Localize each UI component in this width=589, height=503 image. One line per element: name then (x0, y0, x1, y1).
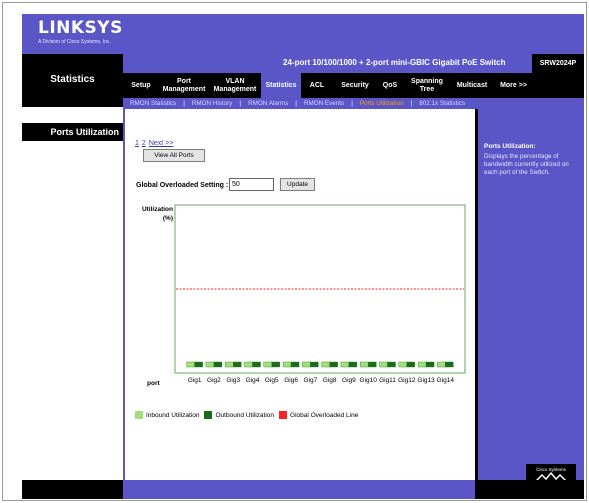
overload-swatch (279, 411, 288, 419)
bar-gig3-inbound (225, 361, 234, 368)
subnav-ports-utilization[interactable]: Ports Utilization (357, 100, 407, 107)
linksys-logo: LINKSYS (38, 18, 123, 38)
x-tick-gig7: Gig7 (303, 377, 317, 384)
x-tick-gig5: Gig5 (265, 377, 279, 384)
nav-acl[interactable]: ACL (301, 73, 333, 98)
main-nav: Setup Port Management VLAN Management Stati… (123, 73, 584, 98)
help-panel: Ports Utilization: Displays the percenta… (475, 109, 584, 486)
inbound-swatch (135, 411, 143, 419)
bar-gig12-inbound (398, 361, 407, 368)
logo-tagline: A Division of Cisco Systems, Inc. (38, 39, 111, 45)
x-tick-gig8: Gig8 (323, 377, 337, 384)
bar-gig4-inbound (244, 361, 253, 368)
bar-gig3-outbound (233, 361, 242, 368)
y-axis-label: Utilization (%) (141, 206, 173, 222)
bar-gig14-outbound (445, 361, 454, 368)
bar-gig6-inbound (282, 361, 292, 368)
bar-gig5-inbound (263, 361, 272, 368)
x-tick-gig12: Gig12 (398, 377, 416, 384)
sub-nav-separator: | (239, 100, 242, 107)
bar-gig9-outbound (348, 361, 358, 368)
footer-left (22, 480, 123, 499)
bar-gig5-outbound (271, 361, 280, 368)
bar-gig7-inbound (302, 361, 311, 368)
sub-nav-separator: | (410, 100, 413, 107)
bar-gig10-outbound (368, 361, 377, 368)
nav-port-management[interactable]: Port Management (159, 73, 209, 98)
bar-gig9-inbound (340, 361, 350, 368)
bar-gig2-outbound (213, 361, 223, 368)
model-number: SRW2024P (532, 54, 584, 73)
bar-gig14-inbound (437, 361, 446, 368)
product-bar: 24-port 10/100/1000 + 2-port mini-GBIC G… (123, 54, 584, 73)
nav-spanning-tree[interactable]: Spanning Tree (403, 73, 451, 98)
section-header: Statistics (22, 54, 123, 107)
cisco-logo-text: Cisco Systems (536, 467, 567, 472)
subnav-rmon-events[interactable]: RMON Events (301, 100, 347, 107)
x-tick-gig6: Gig6 (284, 377, 298, 384)
bar-gig1-inbound (186, 361, 195, 368)
bar-gig1-outbound (194, 361, 203, 368)
bar-gig6-outbound (290, 361, 300, 368)
bar-gig7-outbound (310, 361, 319, 368)
x-tick-gig14: Gig14 (437, 377, 455, 384)
legend-overload-label: Global Overloaded Line (290, 411, 359, 419)
nav-multicast[interactable]: Multicast (451, 73, 493, 98)
sub-nav: RMON Statistics | RMON History | RMON Alarms… (123, 98, 584, 109)
subnav-rmon-statistics[interactable]: RMON Statistics (127, 100, 179, 107)
bar-gig13-outbound (425, 361, 435, 368)
x-tick-gig2: Gig2 (207, 377, 221, 384)
section-title: Statistics (50, 74, 95, 85)
x-tick-gig9: Gig9 (342, 377, 356, 384)
bar-gig4-outbound (252, 361, 261, 368)
footer-right (475, 480, 584, 499)
bar-gig12-outbound (406, 361, 415, 368)
sub-nav-separator: | (183, 100, 185, 107)
footer-bar (22, 480, 584, 499)
nav-vlan-management[interactable]: VLAN Management (209, 73, 261, 98)
main-content: 1 2 Next >> View All Ports Global Overload… (125, 109, 475, 480)
nav-qos[interactable]: QoS (377, 73, 403, 98)
page-title: Ports Utilization (22, 123, 123, 141)
left-column: Ports Utilization (22, 109, 123, 480)
x-axis-label: port (147, 380, 160, 387)
utilization-chart: Gig1 Gig2 Gig3 Gig4 Gig5 Gig6 Gig7 Gig8 Gig9 Gig1… (174, 204, 466, 384)
bar-gig2-inbound (205, 361, 215, 368)
bar-gig8-outbound (329, 361, 338, 368)
nav-setup[interactable]: Setup (123, 73, 159, 98)
outbound-swatch (204, 411, 213, 419)
x-tick-gig4: Gig4 (246, 377, 260, 384)
subnav-rmon-alarms[interactable]: RMON Alarms (245, 100, 291, 107)
legend-inbound-label: Inbound Utilization (146, 411, 200, 419)
x-tick-gig13: Gig13 (417, 377, 435, 384)
bar-gig13-inbound (417, 361, 427, 368)
bar-gig11-inbound (379, 361, 388, 368)
legend-outbound: Outbound Utilization (204, 411, 274, 419)
bar-gig8-inbound (321, 361, 330, 368)
x-tick-gig1: Gig1 (188, 377, 202, 384)
subnav-rmon-history[interactable]: RMON History (189, 100, 236, 107)
nav-security[interactable]: Security (333, 73, 377, 98)
legend-overload: Global Overloaded Line (279, 411, 358, 419)
nav-more[interactable]: More >> (493, 73, 534, 98)
bar-gig11-outbound (387, 361, 396, 368)
product-name: 24-port 10/100/1000 + 2-port mini-GBIC G… (283, 58, 506, 67)
subnav-802-1x-statistics[interactable]: 802.1x Statistics (416, 100, 468, 107)
sub-nav-separator: | (295, 100, 297, 107)
bar-gig10-inbound (360, 361, 369, 368)
x-tick-gig11: Gig11 (379, 377, 396, 384)
legend-inbound: Inbound Utilization (135, 411, 199, 419)
help-text: Displays the percentage of bandwidth cur… (484, 153, 569, 176)
sub-nav-separator: | (351, 100, 353, 107)
nav-statistics[interactable]: Statistics (261, 73, 301, 98)
x-tick-gig10: Gig10 (360, 377, 378, 384)
help-title: Ports Utilization: (484, 143, 536, 150)
x-tick-gig3: Gig3 (226, 377, 240, 384)
chart-legend: Inbound Utilization Outbound Utilization… (135, 411, 363, 419)
brand-bar: LINKSYS A Division of Cisco Systems, Inc… (22, 14, 584, 54)
legend-outbound-label: Outbound Utilization (215, 411, 275, 419)
